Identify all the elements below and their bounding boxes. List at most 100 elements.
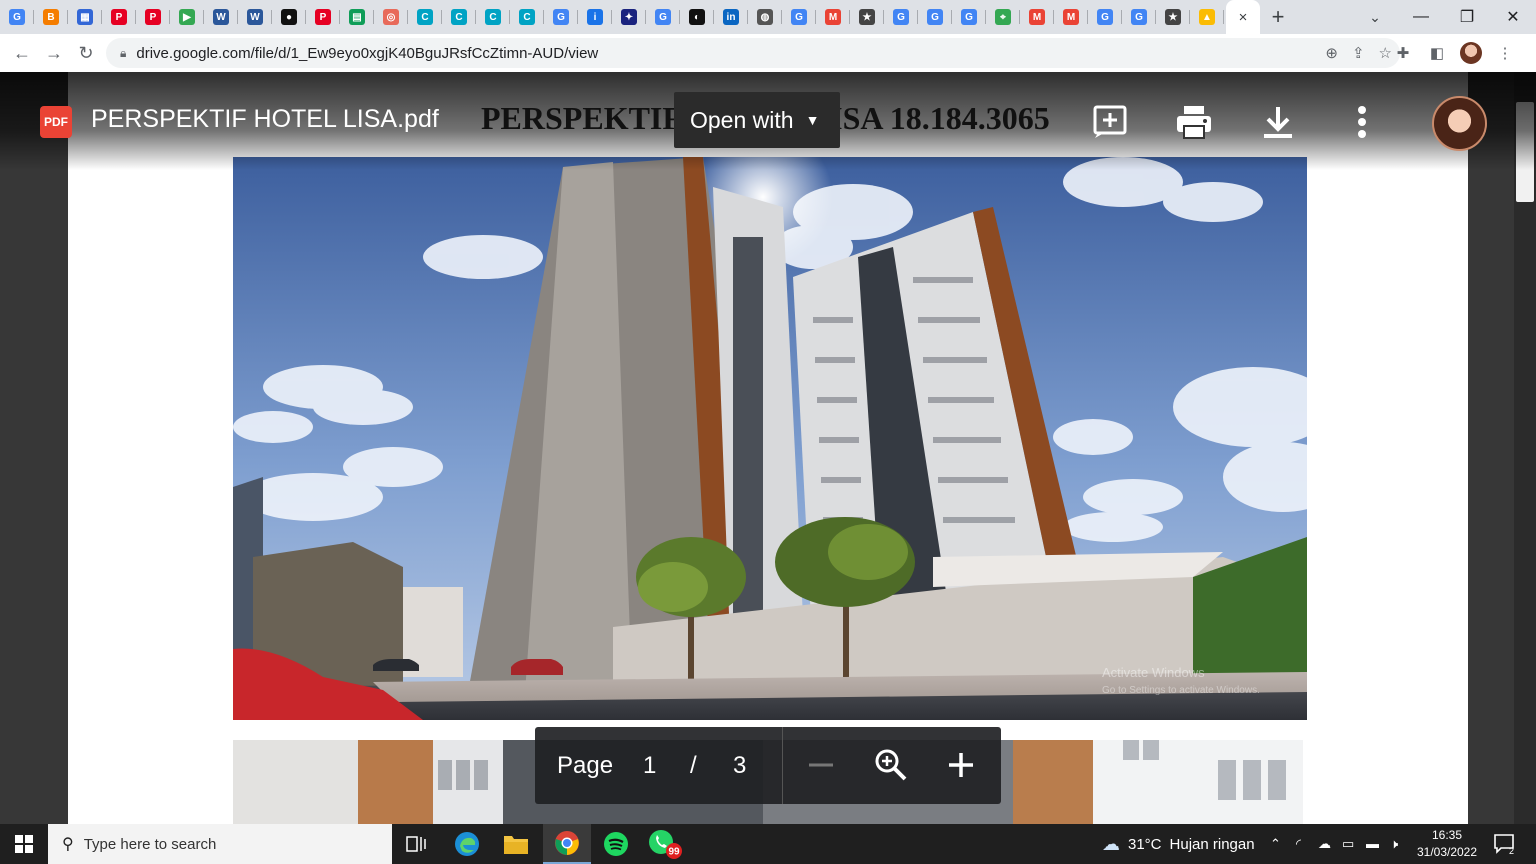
browser-tab[interactable]: W [204, 0, 238, 34]
browser-tab[interactable]: C [442, 0, 476, 34]
zoom-in-button[interactable] [941, 745, 981, 785]
browser-tab[interactable]: P [136, 0, 170, 34]
profile-avatar[interactable] [1460, 42, 1482, 64]
browser-tab[interactable]: G [0, 0, 34, 34]
browser-tab[interactable]: ◍ [748, 0, 782, 34]
more-vert-icon [1358, 106, 1366, 138]
browser-tab[interactable]: C [510, 0, 544, 34]
canva-icon: C [417, 9, 433, 25]
start-button[interactable] [0, 824, 48, 864]
weather-temp: 31°C [1128, 835, 1162, 853]
back-button[interactable]: ← [6, 37, 38, 69]
browser-tab[interactable]: B [34, 0, 68, 34]
google-icon: G [553, 9, 569, 25]
page-label: Page [557, 751, 614, 779]
restore-button[interactable]: ❐ [1444, 0, 1490, 34]
canva-icon: C [519, 9, 535, 25]
edge-app[interactable] [443, 824, 491, 864]
system-clock[interactable]: 16:35 31/03/2022 [1412, 827, 1482, 861]
divider [782, 727, 783, 804]
browser-tab[interactable]: ◎ [374, 0, 408, 34]
minimize-button[interactable]: — [1398, 0, 1444, 34]
weather-description: Hujan ringan [1169, 835, 1255, 853]
menu-dots-icon[interactable]: ⋮ [1494, 42, 1516, 64]
browser-tab[interactable]: C [408, 0, 442, 34]
browser-tab[interactable]: W [238, 0, 272, 34]
spotify-app[interactable] [592, 824, 640, 864]
browser-tab[interactable]: ✦ [612, 0, 646, 34]
account-avatar[interactable] [1432, 96, 1487, 151]
task-view-button[interactable] [392, 824, 440, 864]
new-tab-button[interactable]: + [1260, 0, 1296, 34]
browser-tab[interactable]: ★ [1156, 0, 1190, 34]
current-page-input[interactable]: 1 [643, 752, 656, 780]
download-button[interactable] [1258, 102, 1298, 142]
download-icon [1264, 107, 1292, 138]
onedrive-icon[interactable]: ☁ [1318, 836, 1331, 852]
close-window-button[interactable]: ✕ [1490, 0, 1536, 34]
browser-tab[interactable]: G [1088, 0, 1122, 34]
browser-tab[interactable]: M [1054, 0, 1088, 34]
volume-icon[interactable]: 🕨︎ [1390, 836, 1398, 852]
folder-icon [504, 836, 528, 854]
add-comment-button[interactable] [1090, 102, 1130, 142]
browser-tab[interactable]: ⌖ [986, 0, 1020, 34]
forward-button[interactable]: → [38, 37, 70, 69]
google-icon: G [1131, 9, 1147, 25]
bookmark-star-icon[interactable]: ☆ [1379, 44, 1392, 62]
pinterest-icon: P [315, 9, 331, 25]
browser-tab[interactable]: ◐ [680, 0, 714, 34]
show-hidden-icons-icon[interactable]: ⌃ [1270, 836, 1281, 852]
fit-zoom-button[interactable] [871, 745, 911, 785]
network-icon[interactable]: ◜ [1296, 836, 1301, 852]
browser-tab[interactable]: i [578, 0, 612, 34]
google-translate-icon: G [9, 9, 25, 25]
battery-icon[interactable]: ▬ [1366, 836, 1379, 851]
browser-tab[interactable]: ▤ [340, 0, 374, 34]
zoom-out-button[interactable] [801, 745, 841, 785]
zoom-icon[interactable]: ⊕ [1325, 44, 1338, 62]
reload-button[interactable]: ↻ [70, 37, 102, 69]
address-bar[interactable]: 🔒︎ drive.google.com/file/d/1_Ew9eyo0xgjK… [106, 38, 1400, 68]
taskbar-search[interactable]: ⚲ Type here to search [48, 824, 392, 864]
chrome-app[interactable] [543, 824, 591, 864]
notification-count: 2 [1509, 846, 1514, 856]
open-with-button[interactable]: Open with ▼ [674, 92, 840, 148]
browser-tab[interactable]: ▦ [68, 0, 102, 34]
share-icon[interactable]: ⇪ [1352, 44, 1365, 62]
notification-center-button[interactable]: 2 [1492, 832, 1516, 856]
whatsapp-app[interactable]: 99 [641, 824, 689, 864]
print-button[interactable] [1174, 102, 1214, 142]
watermark-subtitle: Go to Settings to activate Windows. [1102, 685, 1260, 696]
browser-tab[interactable]: P [306, 0, 340, 34]
device-icon[interactable]: ▭ [1342, 836, 1354, 852]
weather-widget[interactable]: ☁ 31°C Hujan ringan [1102, 824, 1255, 864]
cloud-rain-icon: ☁ [1102, 833, 1120, 854]
browser-tab[interactable]: ★ [850, 0, 884, 34]
chrome-icon [555, 831, 579, 855]
browser-tab[interactable]: in [714, 0, 748, 34]
active-tab-close-button[interactable]: × [1226, 0, 1260, 34]
more-options-button[interactable] [1342, 102, 1382, 142]
browser-tab[interactable]: G [544, 0, 578, 34]
browser-tab[interactable]: M [1020, 0, 1054, 34]
extensions-icon[interactable]: ✚ [1392, 42, 1414, 64]
browser-tab[interactable]: G [646, 0, 680, 34]
browser-tab[interactable]: C [476, 0, 510, 34]
browser-tab[interactable]: ● [272, 0, 306, 34]
browser-tab[interactable]: P [102, 0, 136, 34]
add-comment-icon [1093, 105, 1127, 138]
browser-tab[interactable]: M [816, 0, 850, 34]
browser-tab[interactable]: G [1122, 0, 1156, 34]
browser-tab[interactable]: ▶ [170, 0, 204, 34]
browser-tab[interactable]: G [952, 0, 986, 34]
side-panel-icon[interactable]: ◧ [1426, 42, 1448, 64]
browser-tab[interactable]: ▲ [1190, 0, 1224, 34]
browser-tab[interactable]: G [884, 0, 918, 34]
task-view-icon [406, 836, 426, 852]
browser-tab[interactable]: G [918, 0, 952, 34]
url-text[interactable]: drive.google.com/file/d/1_Ew9eyo0xgjK40B… [136, 45, 598, 62]
file-explorer-app[interactable] [492, 824, 540, 864]
browser-tab[interactable]: G [782, 0, 816, 34]
tab-search-button[interactable]: ⌄ [1362, 0, 1388, 34]
